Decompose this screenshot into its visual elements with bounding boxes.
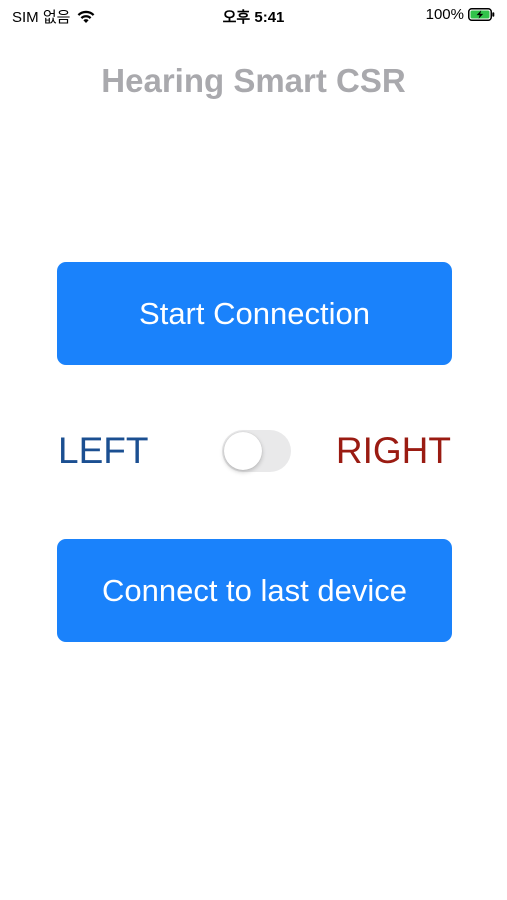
right-label: RIGHT [335,430,451,471]
battery-percent: 100% [425,6,464,23]
status-time: 오후 5:41 [222,9,285,26]
side-toggle-switch[interactable] [222,430,291,472]
battery-charging-icon [468,8,495,21]
app-title: Hearing Smart CSR [101,62,406,99]
connect-last-device-button[interactable]: Connect to last device [57,539,452,642]
status-right: 100% [426,6,495,23]
start-connection-button[interactable]: Start Connection [57,262,452,365]
left-label: LEFT [58,430,149,471]
app-screen: SIM 없음 오후 5:41 100% Hearing Smart CSR St… [0,0,507,900]
toggle-knob [224,432,262,470]
status-bar: SIM 없음 오후 5:41 100% [0,0,507,30]
